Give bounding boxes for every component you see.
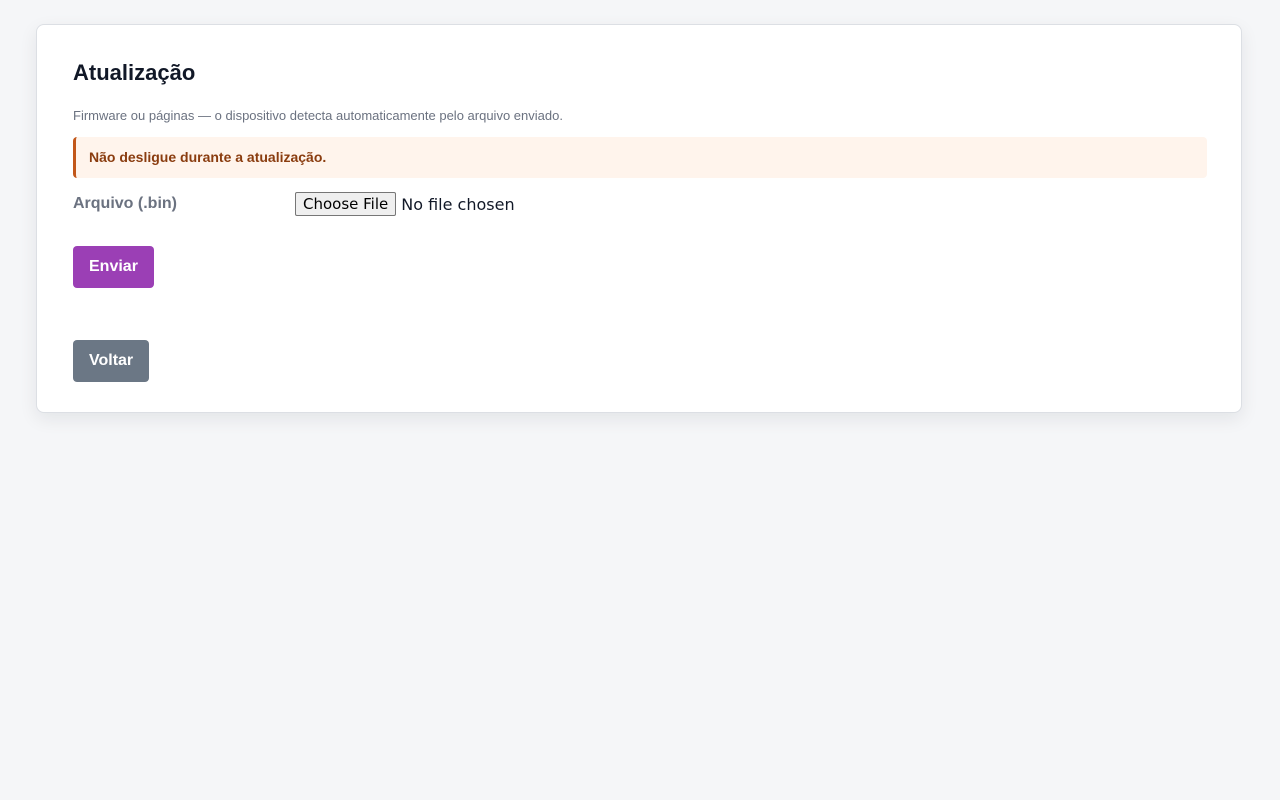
choose-file-button[interactable]: Choose File — [295, 192, 397, 216]
update-card: Atualização Firmware ou páginas — o disp… — [36, 24, 1242, 413]
page-title: Atualização — [73, 60, 196, 85]
warning-alert: Não desligue durante a atualização. — [73, 137, 1207, 178]
file-input[interactable]: Choose File No file chosen — [295, 192, 515, 216]
submit-button[interactable]: Enviar — [73, 246, 154, 288]
page-subtitle: Firmware ou páginas — o dispositivo dete… — [73, 108, 563, 123]
file-field-label: Arquivo (.bin) — [73, 195, 177, 212]
file-status-text: No file chosen — [401, 194, 515, 214]
back-button[interactable]: Voltar — [73, 340, 150, 382]
